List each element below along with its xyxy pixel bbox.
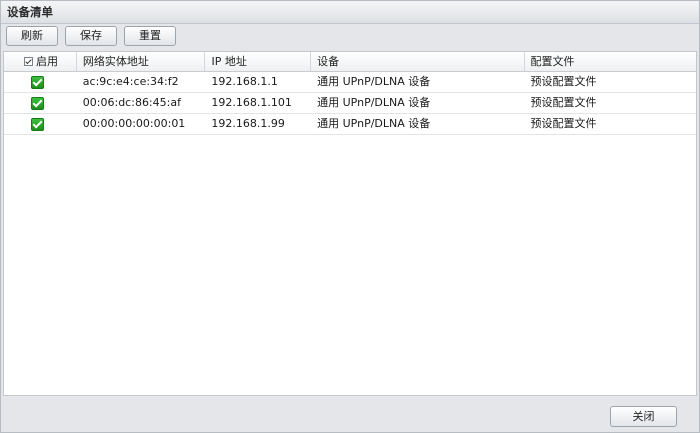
column-header-ip[interactable]: IP 地址 bbox=[205, 52, 312, 71]
mac-cell: 00:00:00:00:00:01 bbox=[82, 117, 186, 130]
close-button[interactable]: 关闭 bbox=[610, 406, 677, 427]
enabled-cell[interactable] bbox=[4, 114, 77, 134]
ip-cell: 192.168.1.1 bbox=[211, 75, 278, 88]
ip-cell: 192.168.1.101 bbox=[211, 96, 292, 109]
dialog-footer: 关闭 bbox=[1, 397, 699, 432]
toolbar: 刷新 保存 重置 bbox=[6, 26, 176, 48]
reset-button[interactable]: 重置 bbox=[124, 26, 176, 46]
save-button[interactable]: 保存 bbox=[65, 26, 117, 46]
green-check-icon[interactable] bbox=[30, 96, 44, 110]
mac-cell: 00:06:dc:86:45:af bbox=[82, 96, 181, 109]
column-header-enabled-label: 启用 bbox=[36, 55, 58, 68]
green-check-icon[interactable] bbox=[30, 75, 44, 89]
table-row[interactable]: 00:06:dc:86:45:af 192.168.1.101 通用 UPnP/… bbox=[4, 93, 696, 114]
enabled-cell[interactable] bbox=[4, 93, 77, 113]
device-cell: 通用 UPnP/DLNA 设备 bbox=[317, 117, 431, 130]
window-title: 设备清单 bbox=[1, 1, 699, 24]
column-header-profile[interactable]: 配置文件 bbox=[525, 52, 696, 71]
table-header: 启用 网络实体地址 IP 地址 设备 配置文件 bbox=[4, 52, 696, 72]
device-cell: 通用 UPnP/DLNA 设备 bbox=[317, 96, 431, 109]
profile-cell[interactable]: 预设配置文件 bbox=[525, 114, 697, 134]
profile-cell[interactable]: 预设配置文件 bbox=[525, 72, 697, 92]
mac-cell: ac:9c:e4:ce:34:f2 bbox=[82, 75, 179, 88]
device-cell: 通用 UPnP/DLNA 设备 bbox=[317, 75, 431, 88]
ip-cell: 192.168.1.99 bbox=[211, 117, 285, 130]
refresh-button[interactable]: 刷新 bbox=[6, 26, 58, 46]
green-check-icon[interactable] bbox=[30, 117, 44, 131]
device-list-window: 设备清单 刷新 保存 重置 启用 网络实体地址 IP 地址 设备 配置文件 ac… bbox=[0, 0, 700, 433]
column-header-mac[interactable]: 网络实体地址 bbox=[77, 52, 206, 71]
table-row[interactable]: ac:9c:e4:ce:34:f2 192.168.1.1 通用 UPnP/DL… bbox=[4, 72, 696, 93]
column-header-device[interactable]: 设备 bbox=[311, 52, 525, 71]
enabled-cell[interactable] bbox=[4, 72, 77, 92]
table-row[interactable]: 00:00:00:00:00:01 192.168.1.99 通用 UPnP/D… bbox=[4, 114, 696, 135]
profile-cell[interactable]: 预设配置文件 bbox=[525, 93, 697, 113]
device-table: 启用 网络实体地址 IP 地址 设备 配置文件 ac:9c:e4:ce:34:f… bbox=[3, 51, 697, 396]
column-header-enabled[interactable]: 启用 bbox=[4, 52, 77, 71]
checkbox-checked-icon[interactable] bbox=[24, 57, 33, 66]
